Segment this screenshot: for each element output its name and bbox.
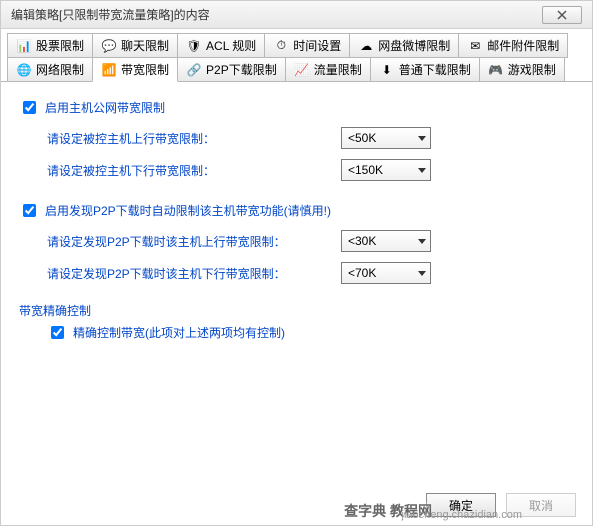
close-icon <box>557 10 567 20</box>
mail-icon: ✉ <box>467 38 483 54</box>
tab-label: P2P下载限制 <box>206 61 277 78</box>
ok-button[interactable]: 确定 <box>426 493 496 517</box>
host-upload-limit-value: <50K <box>348 131 376 145</box>
cloud-icon: ☁ <box>358 38 374 54</box>
p2p-download-limit-row: 请设定发现P2P下载时该主机下行带宽限制： <70K <box>47 262 574 284</box>
tab-label: 时间设置 <box>293 37 341 54</box>
tab-网络限制[interactable]: 🌐网络限制 <box>7 57 93 82</box>
p2p-download-limit-value: <70K <box>348 266 376 280</box>
enable-p2p-limit-row: 启用发现P2P下载时自动限制该主机带宽功能(请慎用!) <box>19 201 574 220</box>
tab-邮件附件限制[interactable]: ✉邮件附件限制 <box>458 33 568 58</box>
tab-label: 网盘微博限制 <box>378 37 450 54</box>
tab-P2P下载限制[interactable]: 🔗P2P下载限制 <box>177 57 286 82</box>
dialog-window: 编辑策略[只限制带宽流量策略]的内容 📊股票限制💬聊天限制🛡ACL 规则⏱时间设… <box>0 0 593 526</box>
chevron-down-icon <box>418 239 426 244</box>
enable-bandwidth-limit-row: 启用主机公网带宽限制 <box>19 98 574 117</box>
tab-时间设置[interactable]: ⏱时间设置 <box>264 33 350 58</box>
chevron-down-icon <box>418 168 426 173</box>
chart-icon: 📊 <box>16 38 32 54</box>
cancel-button[interactable]: 取消 <box>506 493 576 517</box>
precise-control-label: 精确控制带宽(此项对上述两项均有控制) <box>73 324 285 341</box>
bars-icon: 📈 <box>294 62 310 78</box>
tab-股票限制[interactable]: 📊股票限制 <box>7 33 93 58</box>
host-download-limit-value: <150K <box>348 163 383 177</box>
precise-control-checkbox[interactable] <box>51 326 64 339</box>
tab-label: 游戏限制 <box>508 61 556 78</box>
p2p-upload-limit-label: 请设定发现P2P下载时该主机上行带宽限制： <box>47 233 327 250</box>
host-download-limit-label: 请设定被控主机下行带宽限制： <box>47 162 327 179</box>
p2p-upload-limit-row: 请设定发现P2P下载时该主机上行带宽限制： <30K <box>47 230 574 252</box>
enable-p2p-limit-label: 启用发现P2P下载时自动限制该主机带宽功能(请慎用!) <box>45 202 331 219</box>
watermark-brand: 查字典 教程网 <box>344 501 432 521</box>
tab-label: 带宽限制 <box>121 61 169 78</box>
shield-icon: 🛡 <box>186 38 202 54</box>
window-title: 编辑策略[只限制带宽流量策略]的内容 <box>11 6 210 23</box>
clock-icon: ⏱ <box>273 38 289 54</box>
tab-label: 邮件附件限制 <box>487 37 559 54</box>
tab-流量限制[interactable]: 📈流量限制 <box>285 57 371 82</box>
globe-icon: 🌐 <box>16 62 32 78</box>
tab-label: 流量限制 <box>314 61 362 78</box>
enable-bandwidth-limit-checkbox[interactable] <box>23 101 36 114</box>
chevron-down-icon <box>418 136 426 141</box>
titlebar: 编辑策略[只限制带宽流量策略]的内容 <box>1 1 592 29</box>
tab-content: 启用主机公网带宽限制 请设定被控主机上行带宽限制： <50K 请设定被控主机下行… <box>1 81 592 477</box>
precise-control-row: 精确控制带宽(此项对上述两项均有控制) <box>47 323 574 342</box>
p2p-upload-limit-value: <30K <box>348 234 376 248</box>
p2p-upload-limit-select[interactable]: <30K <box>341 230 431 252</box>
p2p-download-limit-select[interactable]: <70K <box>341 262 431 284</box>
tab-ACL 规则[interactable]: 🛡ACL 规则 <box>177 33 265 58</box>
tab-label: 聊天限制 <box>121 37 169 54</box>
tab-label: ACL 规则 <box>206 37 256 54</box>
tab-聊天限制[interactable]: 💬聊天限制 <box>92 33 178 58</box>
close-button[interactable] <box>542 6 582 24</box>
tab-label: 股票限制 <box>36 37 84 54</box>
speed-icon: 📶 <box>101 62 117 78</box>
enable-p2p-limit-checkbox[interactable] <box>23 204 36 217</box>
p2p-icon: 🔗 <box>186 62 202 78</box>
game-icon: 🎮 <box>488 62 504 78</box>
host-upload-limit-row: 请设定被控主机上行带宽限制： <50K <box>47 127 574 149</box>
download-icon: ⬇ <box>379 62 395 78</box>
p2p-download-limit-label: 请设定发现P2P下载时该主机下行带宽限制： <box>47 265 327 282</box>
tab-游戏限制[interactable]: 🎮游戏限制 <box>479 57 565 82</box>
chat-icon: 💬 <box>101 38 117 54</box>
enable-bandwidth-limit-label: 启用主机公网带宽限制 <box>45 99 165 116</box>
host-download-limit-row: 请设定被控主机下行带宽限制： <150K <box>47 159 574 181</box>
tab-strip: 📊股票限制💬聊天限制🛡ACL 规则⏱时间设置☁网盘微博限制✉邮件附件限制🌐网络限… <box>1 29 592 81</box>
host-download-limit-select[interactable]: <150K <box>341 159 431 181</box>
host-upload-limit-label: 请设定被控主机上行带宽限制： <box>47 130 327 147</box>
dialog-footer: 确定 取消 <box>426 493 576 517</box>
host-upload-limit-select[interactable]: <50K <box>341 127 431 149</box>
tab-带宽限制[interactable]: 📶带宽限制 <box>92 57 178 82</box>
tab-label: 网络限制 <box>36 61 84 78</box>
chevron-down-icon <box>418 271 426 276</box>
tab-label: 普通下载限制 <box>399 61 471 78</box>
precise-control-title: 带宽精确控制 <box>19 302 574 319</box>
tab-网盘微博限制[interactable]: ☁网盘微博限制 <box>349 33 459 58</box>
tab-普通下载限制[interactable]: ⬇普通下载限制 <box>370 57 480 82</box>
